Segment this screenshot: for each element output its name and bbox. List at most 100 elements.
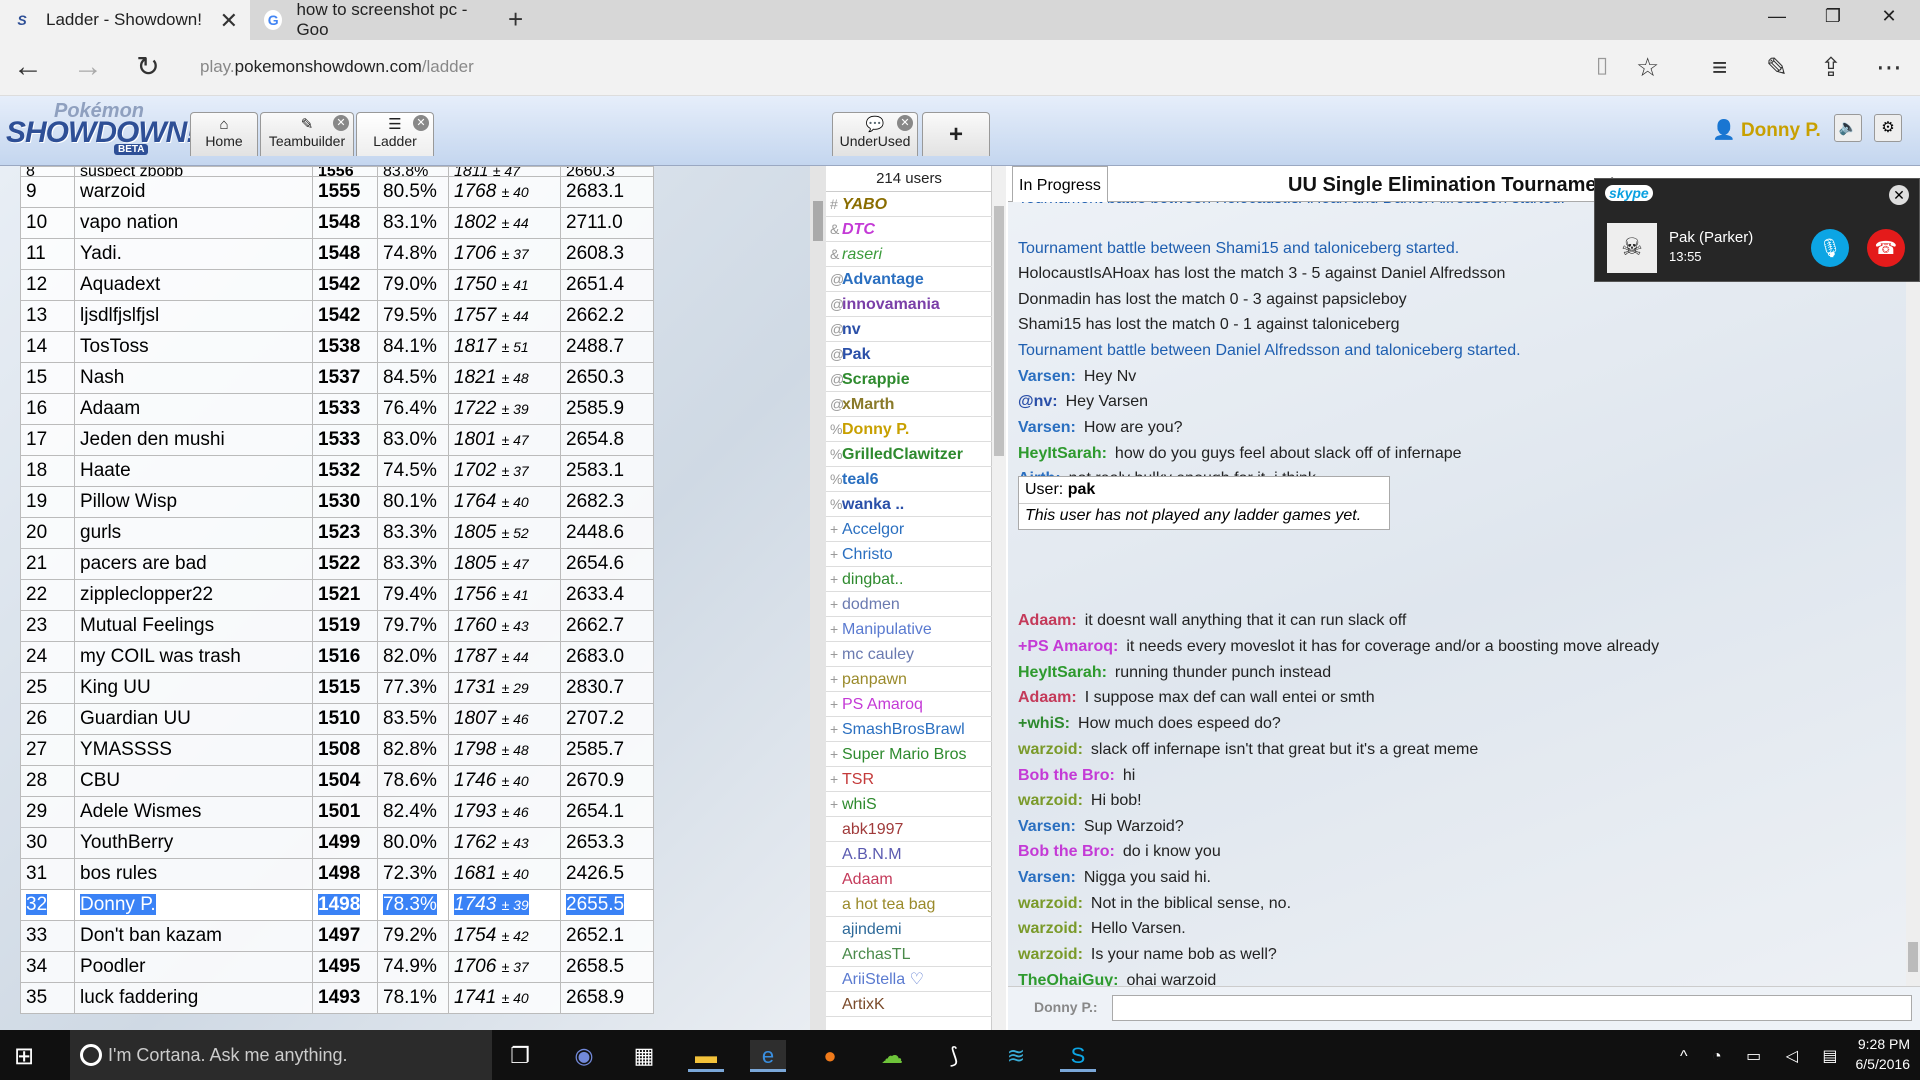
table-row[interactable]: 30 YouthBerry 1499 80.0% 1762 ± 43 2653.3 bbox=[20, 827, 654, 859]
ladder-scrollbar[interactable] bbox=[810, 166, 826, 1030]
chat-username[interactable]: @nv: bbox=[1018, 393, 1058, 410]
chat-username[interactable]: warzoid: bbox=[1018, 946, 1083, 963]
user-list-item[interactable]: ArtixK bbox=[826, 992, 992, 1017]
add-room-button[interactable]: + bbox=[922, 112, 990, 156]
refresh-icon[interactable]: ↻ bbox=[128, 52, 168, 82]
user-list-item[interactable]: + Christo bbox=[826, 542, 992, 567]
scrollbar-thumb[interactable] bbox=[994, 206, 1004, 456]
cortana-search[interactable]: I'm Cortana. Ask me anything. bbox=[70, 1030, 492, 1080]
cloud-app-icon[interactable]: ☁ bbox=[874, 1040, 910, 1072]
user-list-item[interactable]: %wanka .. bbox=[826, 492, 992, 517]
forward-arrow-icon[interactable]: → bbox=[68, 52, 108, 82]
windows-start-icon[interactable]: ⊞ bbox=[14, 1042, 34, 1071]
table-row[interactable]: 20 gurls 1523 83.3% 1805 ± 52 2448.6 bbox=[20, 517, 654, 549]
table-row[interactable]: 35 luck faddering 1493 78.1% 1741 ± 40 2658.9 bbox=[20, 982, 654, 1014]
user-list-item[interactable]: & DTC bbox=[826, 217, 992, 242]
dolphin-icon[interactable]: ≋ bbox=[998, 1040, 1034, 1072]
table-row[interactable]: 16 Adaam 1533 76.4% 1722 ± 39 2585.9 bbox=[20, 393, 654, 425]
user-list-item[interactable]: %Donny P. bbox=[826, 417, 992, 442]
user-list-item[interactable]: @xMarth bbox=[826, 392, 992, 417]
favorites-star-icon[interactable]: ☆ bbox=[1636, 52, 1659, 83]
firefox-icon[interactable]: ● bbox=[812, 1040, 848, 1072]
new-tab-button[interactable]: + bbox=[508, 4, 523, 35]
back-arrow-icon[interactable]: ← bbox=[8, 52, 48, 82]
table-row[interactable]: 19 Pillow Wisp 1530 80.1% 1764 ± 40 2682.3 bbox=[20, 486, 654, 518]
chat-username[interactable]: Bob the Bro: bbox=[1018, 767, 1115, 784]
table-row[interactable]: 14 TosToss 1538 84.1% 1817 ± 51 2488.7 bbox=[20, 331, 654, 363]
user-list-item[interactable]: abk1997 bbox=[826, 817, 992, 842]
table-row[interactable]: 27 YMASSSS 1508 82.8% 1798 ± 48 2585.7 bbox=[20, 734, 654, 766]
browser-tab-google[interactable]: G how to screenshot pc - Goo bbox=[252, 0, 500, 40]
chat-username[interactable]: HeyItSarah: bbox=[1018, 664, 1107, 681]
showdown-logo[interactable]: Pokémon SHOWDOWN! BETA bbox=[6, 100, 196, 156]
user-list-item[interactable]: + SmashBrosBrawl bbox=[826, 717, 992, 742]
chat-username[interactable]: Varsen: bbox=[1018, 419, 1076, 436]
table-row[interactable]: 15 Nash 1537 84.5% 1821 ± 48 2650.3 bbox=[20, 362, 654, 394]
sound-button[interactable]: 🔈 bbox=[1834, 114, 1862, 142]
user-list-item[interactable]: + panpawn bbox=[826, 667, 992, 692]
current-user[interactable]: 👤 Donny P. bbox=[1712, 118, 1821, 142]
table-row[interactable]: 11 Yadi. 1548 74.8% 1706 ± 37 2608.3 bbox=[20, 238, 654, 270]
user-list-item[interactable]: @innovamania bbox=[826, 292, 992, 317]
table-row[interactable]: 13 ljsdlfjslfjsl 1542 79.5% 1757 ± 44 2662.2 bbox=[20, 300, 654, 332]
tab-in-progress[interactable]: In Progress bbox=[1012, 166, 1108, 202]
chat-username[interactable]: Bob the Bro: bbox=[1018, 843, 1115, 860]
chat-username[interactable]: Varsen: bbox=[1018, 368, 1076, 385]
table-row[interactable]: 25 King UU 1515 77.3% 1731 ± 29 2830.7 bbox=[20, 672, 654, 704]
table-row[interactable]: 22 zippleclopper22 1521 79.4% 1756 ± 41 2633.… bbox=[20, 579, 654, 611]
user-list-item[interactable]: + Accelgor bbox=[826, 517, 992, 542]
table-row[interactable]: 17 Jeden den mushi 1533 83.0% 1801 ± 47 2654.… bbox=[20, 424, 654, 456]
url-field[interactable]: play.pokemonshowdown.com/ladder bbox=[200, 57, 474, 77]
close-tab-icon[interactable]: ✕ bbox=[413, 115, 429, 131]
table-row[interactable]: 29 Adele Wismes 1501 82.4% 1793 ± 46 2654.1 bbox=[20, 796, 654, 828]
chat-scrollbar[interactable] bbox=[1906, 202, 1920, 986]
user-list-item[interactable]: @Advantage bbox=[826, 267, 992, 292]
share-icon[interactable]: ⇪ bbox=[1820, 52, 1842, 83]
table-row[interactable]: 28 CBU 1504 78.6% 1746 ± 40 2670.9 bbox=[20, 765, 654, 797]
user-list-item[interactable]: @Scrappie bbox=[826, 367, 992, 392]
user-list-item[interactable]: + TSR bbox=[826, 767, 992, 792]
chat-input[interactable] bbox=[1112, 995, 1912, 1021]
web-note-icon[interactable]: ✎ bbox=[1766, 52, 1788, 83]
table-row[interactable]: 12 Aquadext 1542 79.0% 1750 ± 41 2651.4 bbox=[20, 269, 654, 301]
table-row[interactable]: 26 Guardian UU 1510 83.5% 1807 ± 46 2707.2 bbox=[20, 703, 654, 735]
user-list-item[interactable]: @nv bbox=[826, 317, 992, 342]
chat-username[interactable]: warzoid: bbox=[1018, 792, 1083, 809]
user-list-item[interactable]: + Manipulative bbox=[826, 617, 992, 642]
hang-up-button[interactable]: ☎ bbox=[1867, 229, 1905, 267]
mute-button[interactable]: 🎙 bbox=[1811, 229, 1849, 267]
task-view-icon[interactable]: ❐ bbox=[502, 1040, 538, 1072]
tab-ladder[interactable]: ☰ Ladder ✕ bbox=[356, 112, 434, 156]
hub-icon[interactable]: ≡ bbox=[1712, 52, 1727, 83]
scrollbar-thumb[interactable] bbox=[813, 201, 823, 241]
close-icon[interactable]: ✕ bbox=[1889, 185, 1909, 205]
table-row[interactable]: 8 suspect zbobb 1556 83.8% 1811 ± 47 2660.3 bbox=[20, 166, 654, 177]
tab-home[interactable]: ⌂ Home bbox=[190, 112, 258, 156]
tab-underused-room[interactable]: 💬 UnderUsed ✕ bbox=[832, 112, 918, 156]
file-explorer-icon[interactable]: ▬ bbox=[688, 1040, 724, 1072]
browser-tab-ladder[interactable]: S Ladder - Showdown! ✕ bbox=[0, 0, 250, 40]
user-list-item[interactable]: + whiS bbox=[826, 792, 992, 817]
user-list-item[interactable]: a hot tea bag bbox=[826, 892, 992, 917]
user-list-item[interactable]: + dodmen bbox=[826, 592, 992, 617]
system-tray[interactable]: ^ ◔ ▭ ◁ ▤ bbox=[1680, 1046, 1848, 1066]
discord-icon[interactable]: ◉ bbox=[566, 1040, 602, 1072]
user-list-item[interactable]: # YABO bbox=[826, 192, 992, 217]
tab-teambuilder[interactable]: ✎ Teambuilder ✕ bbox=[260, 112, 354, 156]
chat-username[interactable]: Adaam: bbox=[1018, 612, 1077, 629]
table-row[interactable]: 23 Mutual Feelings 1519 79.7% 1760 ± 43 2662.… bbox=[20, 610, 654, 642]
table-row[interactable]: 31 bos rules 1498 72.3% 1681 ± 40 2426.5 bbox=[20, 858, 654, 890]
chat-username[interactable]: Varsen: bbox=[1018, 818, 1076, 835]
clock[interactable]: 9:28 PM 6/5/2016 bbox=[1838, 1034, 1911, 1074]
steam-icon[interactable]: ⟆ bbox=[936, 1040, 972, 1072]
maximize-button[interactable]: ❐ bbox=[1818, 6, 1848, 27]
table-row[interactable]: 18 Haate 1532 74.5% 1702 ± 37 2583.1 bbox=[20, 455, 654, 487]
user-list-item[interactable]: @Pak bbox=[826, 342, 992, 367]
close-window-button[interactable]: ✕ bbox=[1874, 6, 1904, 27]
chat-username[interactable]: +whiS: bbox=[1018, 715, 1070, 732]
settings-button[interactable]: ⚙ bbox=[1874, 114, 1902, 142]
table-row[interactable]: 9 warzoid 1555 80.5% 1768 ± 40 2683.1 bbox=[20, 176, 654, 208]
more-icon[interactable]: ⋯ bbox=[1876, 52, 1902, 83]
table-row[interactable]: 32 Donny P. 1498 78.3% 1743 ± 39 2655.5 bbox=[20, 889, 654, 921]
close-tab-icon[interactable]: ✕ bbox=[220, 8, 238, 34]
